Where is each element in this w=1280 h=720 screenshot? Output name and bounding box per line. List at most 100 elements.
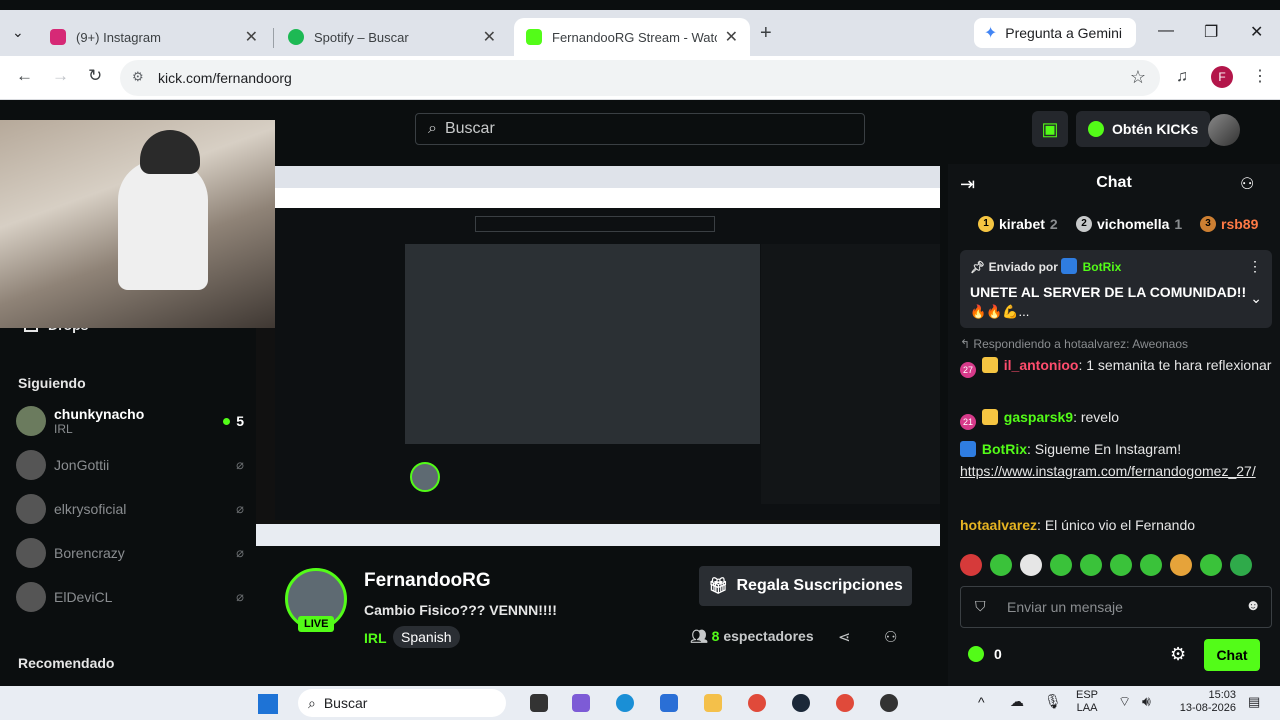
chat-username[interactable]: gasparsk9 [1004,409,1073,425]
file-explorer-icon[interactable] [704,694,722,712]
wifi-icon[interactable]: ⌔ [1118,693,1131,711]
chevron-down-icon[interactable]: ⌄ [1250,290,1262,307]
lang-top: ESP [1076,689,1099,701]
pinned-menu-icon[interactable]: ⋮ [1248,258,1262,275]
chat-settings-gear-icon[interactable]: ⚙ [1170,644,1186,665]
emote-icon[interactable] [1170,554,1192,576]
minimize-icon[interactable]: — [1158,22,1174,40]
tab-search-chevron-icon[interactable]: ⌄ [12,24,24,41]
gemini-button[interactable]: ✦ Pregunta a Gemini [973,18,1136,48]
browser-tab-strip: ⌄ (9+) Instagram ✕ Spotify – Buscar ✕ Fe… [0,10,1280,56]
tab-title: (9+) Instagram [76,29,161,45]
microphone-icon[interactable]: 🎙︎ [1044,693,1062,710]
emote-icon[interactable] [1080,554,1102,576]
back-arrow-icon[interactable]: ← [16,66,33,86]
close-tab-icon[interactable]: ✕ [725,27,738,47]
keyboard-language[interactable]: ESP LAA [1076,689,1098,715]
kick-gift-icon[interactable]: ▣ [1032,111,1068,147]
stream-video-player[interactable] [256,166,940,546]
onedrive-cloud-icon[interactable]: ☁ [1010,693,1024,710]
address-bar[interactable]: ⚙ kick.com/fernandoorg ☆ [120,60,1160,96]
clock-time: 15:03 [1208,689,1236,701]
kicks-balance[interactable]: 0 [968,646,1002,662]
sidebar-channel-jongottii[interactable]: JonGottii ⌀ [16,447,244,483]
new-tab-plus-icon[interactable]: + [760,22,772,45]
taskbar-search[interactable]: ⌕ Buscar [298,689,506,717]
site-info-icon[interactable]: ⚙ [132,69,144,85]
gift-subscriptions-button[interactable]: 🎁︎ Regala Suscripciones [699,566,912,606]
reload-icon[interactable]: ↻ [88,66,102,86]
get-kicks-button[interactable]: Obtén KICKs [1076,111,1211,147]
chat-message: 27 il_antonioo: 1 semanita te hara refle… [960,354,1272,378]
emote-icon[interactable] [1200,554,1222,576]
gifter-name: vichomella [1097,216,1170,232]
pinned-by-label: Enviado por [988,260,1058,274]
share-icon[interactable]: ⋖ [838,628,851,646]
emote-icon[interactable] [960,554,982,576]
forward-arrow-icon[interactable]: → [52,66,69,86]
offline-icon: ⌀ [236,545,244,560]
emote-icon[interactable] [1020,554,1042,576]
emoji-picker-icon[interactable]: ☻ [1245,597,1261,614]
notification-icon[interactable]: ▤ [1248,694,1260,710]
sub-badge: 27 [960,362,976,378]
cap-silhouette [140,130,200,174]
store-icon[interactable] [660,694,678,712]
edge-icon[interactable] [616,694,634,712]
emote-icon[interactable] [1050,554,1072,576]
close-window-icon[interactable]: ✕ [1250,22,1263,42]
emote-icon[interactable] [1230,554,1252,576]
pinned-message[interactable]: 📌︎ Enviado por BotRix ⋮ UNETE AL SERVER … [960,250,1272,328]
restore-icon[interactable]: ❐ [1204,22,1218,42]
get-kicks-label: Obtén KICKs [1112,121,1199,137]
copilot-icon[interactable] [572,694,590,712]
video-content-nested-stream [405,244,760,444]
shield-icon: ⛉ [975,598,986,614]
emote-icon[interactable] [1110,554,1132,576]
steam-icon[interactable] [792,694,810,712]
kicks-coin-icon [968,646,984,662]
chat-username[interactable]: il_antonioo [1004,357,1079,373]
channel-name[interactable]: FernandooRG [364,570,491,592]
chat-users-icon[interactable]: ⚇ [1240,174,1254,194]
taskbar-search-label: Buscar [323,695,368,711]
emote-icon[interactable] [1140,554,1162,576]
tray-chevron-up-icon[interactable]: ^ [978,694,985,710]
user-avatar[interactable] [1208,114,1240,146]
chat-send-button[interactable]: Chat [1204,639,1260,671]
sidebar-channel-eldevicl[interactable]: ElDeviCL ⌀ [16,579,244,615]
sidebar-channel-borencrazy[interactable]: Borencrazy ⌀ [16,535,244,571]
browser-menu-icon[interactable]: ⋮ [1252,66,1268,86]
chat-message-input[interactable]: ⛉ Enviar un mensaje ☻ [960,586,1272,628]
tab-spotify[interactable]: Spotify – Buscar ✕ [276,18,508,56]
emote-icon[interactable] [990,554,1012,576]
chat-text: revelo [1080,409,1119,425]
chat-link[interactable]: https://www.instagram.com/fernandogomez_… [960,463,1256,479]
tab-instagram[interactable]: (9+) Instagram ✕ [38,18,270,56]
chat-username[interactable]: BotRix [982,441,1027,457]
sidebar-channel-elkrysoficial[interactable]: elkrysoficial ⌀ [16,491,244,527]
profile-avatar[interactable]: F [1211,66,1233,88]
close-tab-icon[interactable]: ✕ [483,27,496,47]
follow-user-icon[interactable]: ⚇ [884,628,897,646]
chrome-icon[interactable] [748,694,766,712]
channel-name: Borencrazy [54,545,125,561]
tab-kick-active[interactable]: FernandooRG Stream - Watch l ✕ [514,18,750,56]
kick-search-input[interactable]: ⌕ Buscar [415,113,865,145]
browser-toolbar: ← → ↻ ⚙ kick.com/fernandoorg ☆ ♫ F ⋮ [0,56,1280,100]
obs-icon[interactable] [880,694,898,712]
stream-category[interactable]: IRL [364,630,387,646]
sidebar-channel-chunkynacho[interactable]: chunkynacho IRL 5 [16,403,244,439]
task-view-icon[interactable] [530,694,548,712]
clock[interactable]: 15:03 13-08-2026 [1168,689,1236,715]
bookmark-star-icon[interactable]: ☆ [1130,67,1146,88]
channel-name: ElDeviCL [54,589,113,605]
close-tab-icon[interactable]: ✕ [245,27,258,47]
chat-username[interactable]: hotaalvarez [960,517,1037,533]
tab-divider [273,28,274,48]
volume-icon[interactable]: 🔊︎ [1142,693,1151,710]
stream-language-tag[interactable]: Spanish [393,626,460,648]
windows-start-icon[interactable] [258,694,278,714]
chrome-active-icon[interactable] [836,694,854,712]
media-control-icon[interactable]: ♫ [1176,68,1188,86]
